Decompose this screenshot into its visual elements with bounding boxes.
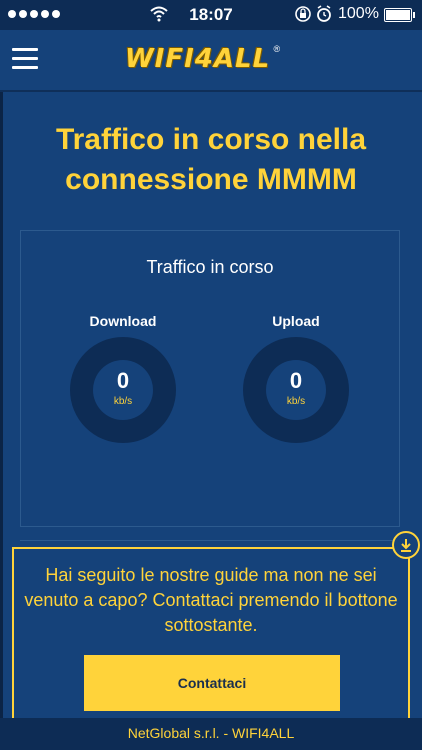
app-header: WIFI4ALL ® xyxy=(0,30,422,92)
contact-text: Hai seguito le nostre guide ma non ne se… xyxy=(24,565,398,635)
battery-icon xyxy=(384,8,415,22)
download-label: Download xyxy=(89,313,157,329)
upload-ring: 0 kb/s xyxy=(243,337,349,443)
contact-button[interactable]: Contattaci xyxy=(84,655,340,711)
contact-panel: Hai seguito le nostre guide ma non ne se… xyxy=(12,547,410,730)
upload-gauge: Upload 0 kb/s xyxy=(241,313,351,443)
rotation-lock-icon xyxy=(295,6,311,22)
footer: NetGlobal s.r.l. - WIFI4ALL xyxy=(0,718,422,750)
download-inner: 0 kb/s xyxy=(93,360,153,420)
download-ring: 0 kb/s xyxy=(70,337,176,443)
status-bar: 18:07 100% xyxy=(0,0,422,30)
hamburger-menu-icon[interactable] xyxy=(12,48,38,70)
upload-label: Upload xyxy=(272,313,320,329)
upload-value: 0 xyxy=(289,368,303,393)
download-gauge: Download 0 kb/s xyxy=(68,313,178,443)
battery-percent: 100% xyxy=(338,5,379,22)
traffic-card: Traffico in corso Download 0 kb/s Upload… xyxy=(20,230,400,527)
side-rule xyxy=(0,92,3,750)
upload-inner: 0 kb/s xyxy=(266,360,326,420)
download-unit: kb/s xyxy=(113,396,133,407)
second-card-edge xyxy=(20,540,400,547)
alarm-icon xyxy=(317,5,331,22)
logo: WIFI4ALL ® xyxy=(125,44,280,76)
download-arrow-icon[interactable] xyxy=(392,531,420,559)
logo-registered: ® xyxy=(273,44,281,54)
logo-text: WIFI4ALL xyxy=(125,44,271,74)
upload-unit: kb/s xyxy=(286,396,306,407)
download-value: 0 xyxy=(116,368,130,393)
page-title: Traffico in corso nella connessione MMMM xyxy=(55,123,367,196)
traffic-card-title: Traffico in corso xyxy=(146,257,274,277)
